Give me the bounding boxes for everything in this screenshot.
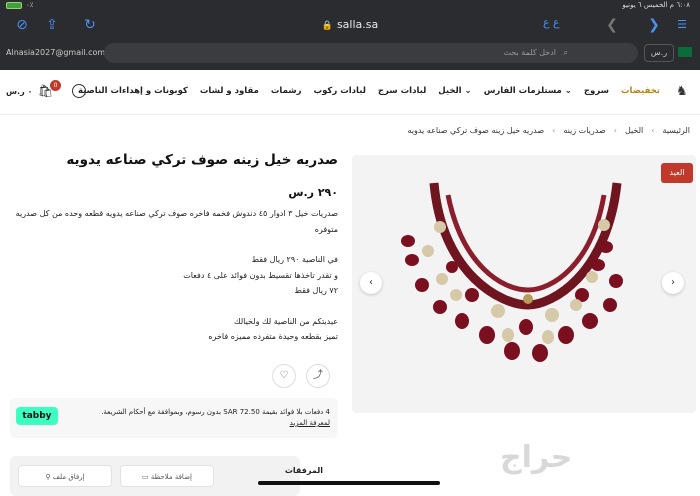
flag-icon[interactable] [678,47,692,57]
nav-item-horses[interactable]: الخيل ⌄ [438,86,471,96]
compass-icon[interactable]: ⊘ [12,15,32,35]
sale-badge: العيد [661,163,693,183]
nav-item-sale[interactable]: تخفيضات [621,86,660,96]
cart-count-badge: 0 [50,80,61,91]
site-navbar: ♞ تخفيضات سروج مستلزمات الفارس ⌄ الخيل ⌄… [0,70,700,115]
lock-icon: 🔒 [321,21,333,31]
search-icon: ⌕ [563,48,568,57]
main-menu: تخفيضات سروج مستلزمات الفارس ⌄ الخيل ⌄ ل… [78,86,660,96]
watermark: حراج [500,440,573,475]
chevron-icon: ‹ [613,126,617,135]
paperclip-icon: ⚲ [45,473,53,481]
attach-file-label: إرفاق ملف [52,473,85,481]
battery-indicator: ٠٪ [6,1,34,9]
battery-label: ٠٪ [26,1,34,9]
desc-line: عيديتكم من الناصية لك ولخيالك [234,316,338,326]
currency-selector[interactable]: ر.س [644,44,674,62]
wishlist-heart-icon[interactable]: ♡ [272,364,296,388]
image-prev-arrow-icon[interactable]: ‹ [360,272,382,294]
nav-item-saddle-pads[interactable]: لبادات سرج [378,86,426,96]
breadcrumb-current: صدريه خيل زينه صوف تركي صناعه يدويه [407,126,545,135]
cart-total: ٠ ر.س [6,87,33,96]
breadcrumb-horses[interactable]: الخيل [625,126,643,135]
browser-toolbar: ⊘ ⇪ ↻ 🔒 salla.sa ع ع ❮ ❯ ☰ [0,12,700,38]
reader-button[interactable]: ع ع [543,16,560,29]
url-bar[interactable]: 🔒 salla.sa [260,16,440,34]
product-price: ٢٩٠ ر.س [288,186,338,199]
note-icon: ▭ [142,473,151,481]
desc-line: في الناصية ٢٩٠ ريال فقط [251,255,338,264]
desc-line: صدريات خيل ٣ ادوار ٤٥ دندوش فخمه فاخره ص… [15,209,338,234]
share-button-icon[interactable]: ⤴ [306,364,330,388]
necklace-image [401,182,623,362]
attach-file-button[interactable]: ⚲ إرفاق ملف [18,465,112,487]
share-icon[interactable]: ⇪ [42,15,62,35]
user-icon[interactable] [72,84,86,98]
product-description: صدريات خيل ٣ ادوار ٤٥ دندوش فخمه فاخره ص… [8,206,338,345]
desc-line: و تقدر تاخذها تقسيط بدون فوائد على ٤ دفع… [183,270,338,280]
desc-line: ٧٢ ريال فقط [294,286,338,295]
breadcrumb: الرئيسية ‹ الخيل ‹ صدريات زينه ‹ صدريه خ… [407,126,690,135]
nav-item-bridles[interactable]: رشمات [271,86,302,96]
image-next-arrow-icon[interactable]: › [662,272,684,294]
nav-item-leads[interactable]: مقاود و لشات [200,86,259,96]
chevron-icon: ‹ [651,126,655,135]
attachments-label: المرفقات [284,466,323,475]
back-arrow-icon[interactable]: ❮ [602,15,622,35]
url-text: salla.sa [336,18,379,31]
desc-line: تميز بقطعه وحيدة متفرده مميزه فاخره [208,332,338,341]
browser-chrome: ٠٪ ٦:٠٨ م الخميس ٦ يونيو ⊘ ⇪ ↻ 🔒 salla.sa… [0,0,700,70]
breadcrumb-category[interactable]: صدريات زينه [563,126,605,135]
account-email: Alnasia2027@gmail.com [6,48,106,57]
product-title: صدريه خيل زينه صوف تركي صناعه يدويه [66,152,338,168]
nav-item-rider-supplies[interactable]: مستلزمات الفارس ⌄ [484,86,572,96]
breadcrumb-home[interactable]: الرئيسية [662,126,690,135]
tabby-text: 4 دفعات بلا فوائد بقيمة SAR 72.50 بدون ر… [60,407,330,429]
add-note-label: إضافة ملاحظة [150,473,192,481]
search-placeholder: ادخل كلمة بحث [503,48,557,57]
nav-item-coupons[interactable]: كوبونات و إهداءات الناصية [78,86,188,96]
tabby-info: 4 دفعات بلا فوائد بقيمة SAR 72.50 بدون ر… [101,408,330,416]
tabby-logo: tabby [16,407,58,425]
nav-item-riding-pads[interactable]: لبادات ركوب [314,86,366,96]
forward-arrow-icon[interactable]: ❯ [644,15,664,35]
status-bar: ٠٪ ٦:٠٨ م الخميس ٦ يونيو [0,0,700,10]
nav-item-label: الخيل [438,86,462,96]
product-image[interactable] [352,155,696,413]
sidebar-icon[interactable]: ☰ [672,15,692,35]
add-note-button[interactable]: ▭ إضافة ملاحظة [120,465,214,487]
tabby-learn-more-link[interactable]: لمعرفة المزيد [290,419,330,427]
nav-item-label: مستلزمات الفارس [483,86,562,96]
site-search-row: Alnasia2027@gmail.com ⌕ ادخل كلمة بحث ر.… [0,40,700,66]
store-logo-icon[interactable]: ♞ [676,84,690,100]
chevron-icon: ‹ [552,126,556,135]
battery-icon [6,1,22,9]
home-indicator [258,481,440,485]
reload-icon[interactable]: ↻ [80,15,100,35]
tabby-installments-banner: tabby 4 دفعات بلا فوائد بقيمة SAR 72.50 … [10,398,338,438]
status-time: ٦:٠٨ م الخميس ٦ يونيو [622,1,690,9]
nav-item-saddles[interactable]: سروج [584,86,609,96]
search-input[interactable]: ⌕ ادخل كلمة بحث [104,43,638,63]
